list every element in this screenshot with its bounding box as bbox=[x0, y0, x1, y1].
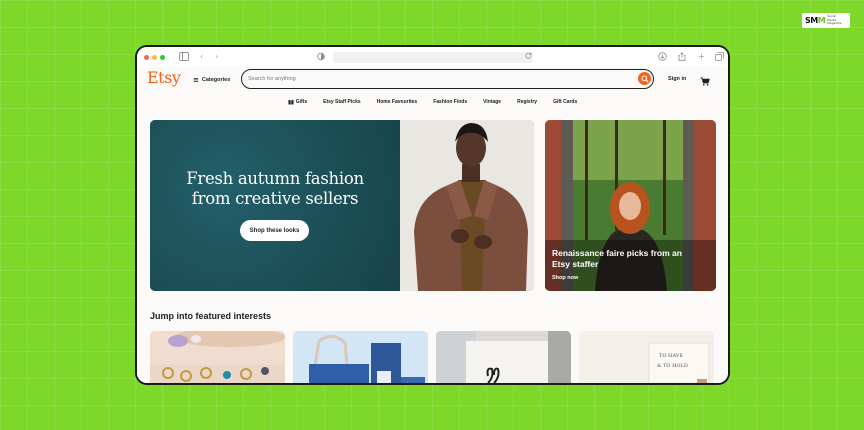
interest-tile-bags[interactable] bbox=[293, 331, 428, 383]
search-bar bbox=[241, 69, 654, 89]
nav-item-staff-picks[interactable]: Etsy Staff Picks bbox=[315, 95, 369, 109]
nav-item-vintage[interactable]: Vintage bbox=[475, 95, 509, 109]
forward-arrow-icon[interactable]: › bbox=[215, 52, 218, 62]
tab-overview-icon[interactable] bbox=[715, 52, 724, 64]
nav-item-gifts[interactable]: Gifts bbox=[280, 95, 315, 109]
close-window-button[interactable] bbox=[144, 55, 149, 60]
address-bar[interactable] bbox=[333, 52, 533, 63]
reload-icon[interactable] bbox=[525, 52, 532, 62]
share-icon[interactable] bbox=[678, 52, 686, 64]
nav-label: Gifts bbox=[295, 99, 308, 105]
renaissance-promo-card[interactable]: Renaissance faire picks from an Etsy sta… bbox=[545, 120, 716, 291]
interest-tile-wedding[interactable]: TO HAVE & TO HOLD bbox=[579, 331, 714, 383]
hero-title: Fresh autumn fashion from creative selle… bbox=[150, 169, 400, 209]
nav-item-registry[interactable]: Registry bbox=[509, 95, 545, 109]
nav-item-home-favourites[interactable]: Home Favourites bbox=[369, 95, 426, 109]
search-input[interactable] bbox=[248, 74, 618, 84]
browser-toolbar: ‹ › + bbox=[137, 47, 728, 67]
nav-item-fashion-finds[interactable]: Fashion Finds bbox=[425, 95, 475, 109]
hero-model-photo bbox=[400, 120, 534, 291]
featured-interests-title: Jump into featured interests bbox=[150, 311, 272, 321]
promo-title: Renaissance faire picks from an Etsy sta… bbox=[552, 248, 682, 269]
search-button[interactable] bbox=[638, 72, 651, 85]
privacy-shield-icon[interactable] bbox=[317, 52, 325, 64]
search-icon bbox=[640, 74, 649, 83]
minimize-window-button[interactable] bbox=[152, 55, 157, 60]
browser-window: ‹ › + Etsy ≡ Categories Search for anyth… bbox=[135, 45, 730, 385]
watermark-logo-accent: M bbox=[817, 16, 826, 25]
back-arrow-icon[interactable]: ‹ bbox=[200, 52, 203, 62]
sign-in-link[interactable]: Sign in bbox=[668, 76, 686, 82]
shop-these-looks-button[interactable]: Shop these looks bbox=[240, 220, 309, 241]
site-watermark-logo: SMM Social Media Magazine bbox=[802, 13, 850, 28]
categories-label: Categories bbox=[201, 77, 231, 83]
nav-item-gift-cards[interactable]: Gift Cards bbox=[545, 95, 585, 109]
categories-menu-button[interactable]: ≡ Categories bbox=[193, 76, 230, 84]
svg-text:TO HAVE: TO HAVE bbox=[659, 353, 683, 359]
watermark-logo-text: SM bbox=[805, 16, 818, 25]
shopping-cart-icon[interactable] bbox=[700, 73, 710, 91]
svg-text:& TO HOLD: & TO HOLD bbox=[657, 363, 688, 369]
etsy-logo[interactable]: Etsy bbox=[147, 68, 181, 87]
hero-text-panel: Fresh autumn fashion from creative selle… bbox=[150, 120, 400, 291]
new-tab-icon[interactable]: + bbox=[698, 52, 705, 62]
maximize-window-button[interactable] bbox=[160, 55, 165, 60]
sidebar-toggle-icon[interactable] bbox=[179, 52, 189, 64]
watermark-tagline: Social Media Magazine bbox=[827, 14, 842, 26]
hero-banner[interactable]: Fresh autumn fashion from creative selle… bbox=[150, 120, 534, 291]
hero-title-line-1: Fresh autumn fashion bbox=[186, 169, 364, 188]
gift-icon bbox=[288, 100, 294, 105]
etsy-header: Etsy ≡ Categories Sign in bbox=[137, 67, 728, 95]
interest-tile-tote[interactable] bbox=[436, 331, 571, 383]
featured-interests-row: TO HAVE & TO HOLD bbox=[150, 331, 716, 383]
hero-title-line-2: from creative sellers bbox=[191, 189, 359, 208]
download-icon[interactable] bbox=[658, 52, 667, 64]
etsy-page: Etsy ≡ Categories Sign in Gifts Etsy Sta… bbox=[137, 67, 728, 383]
shop-now-link[interactable]: Shop now bbox=[552, 275, 578, 281]
interest-tile-jewelry[interactable] bbox=[150, 331, 285, 383]
category-nav: Gifts Etsy Staff Picks Home Favourites F… bbox=[137, 95, 728, 109]
hamburger-menu-icon: ≡ bbox=[193, 76, 199, 84]
